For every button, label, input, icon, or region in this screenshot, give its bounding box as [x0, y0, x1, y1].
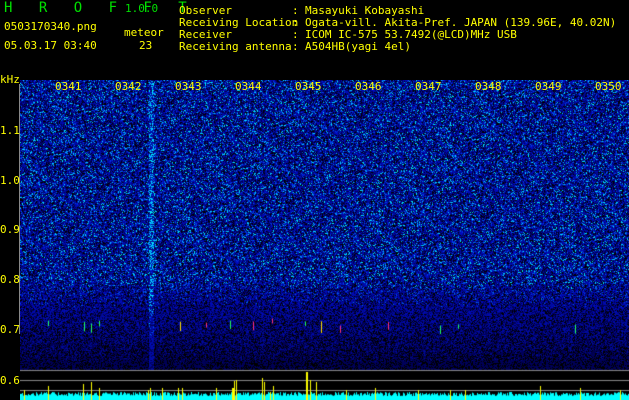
datetime: 05.03.17 03:40 — [4, 39, 97, 52]
time-tick-label: 0341 — [55, 80, 82, 93]
y-tick-label: 1.0 — [0, 174, 20, 187]
y-tick-label: 0.8 — [0, 273, 20, 286]
app-version: 1.0.0 — [125, 2, 159, 15]
y-tick-label: 1.1 — [0, 124, 20, 137]
filename: 0503170340.png — [4, 20, 97, 33]
meteor-label: meteor — [124, 26, 164, 39]
time-tick-label: 0346 — [355, 80, 382, 93]
time-tick-label: 0348 — [475, 80, 502, 93]
antenna-value: A504HB(yagi 4el) — [305, 40, 411, 53]
separator: : — [292, 40, 299, 53]
time-tick-label: 0349 — [535, 80, 562, 93]
time-tick-label: 0342 — [115, 80, 142, 93]
antenna-label: Receiving antenna — [179, 40, 292, 53]
app-title: H R O F F T — [4, 0, 196, 16]
time-tick-label: 0350 — [595, 80, 622, 93]
y-axis-line — [19, 84, 20, 334]
y-unit-label: kHz — [0, 73, 20, 86]
y-tick-label: 0.7 — [0, 323, 20, 336]
time-tick-label: 0344 — [235, 80, 262, 93]
time-tick-label: 0345 — [295, 80, 322, 93]
y-tick-label: 0.9 — [0, 223, 20, 236]
time-tick-label: 0347 — [415, 80, 442, 93]
spectrogram — [20, 80, 629, 400]
y-tick-label: 0.6 — [0, 374, 20, 387]
time-tick-label: 0343 — [175, 80, 202, 93]
meteor-count: 23 — [139, 39, 153, 52]
